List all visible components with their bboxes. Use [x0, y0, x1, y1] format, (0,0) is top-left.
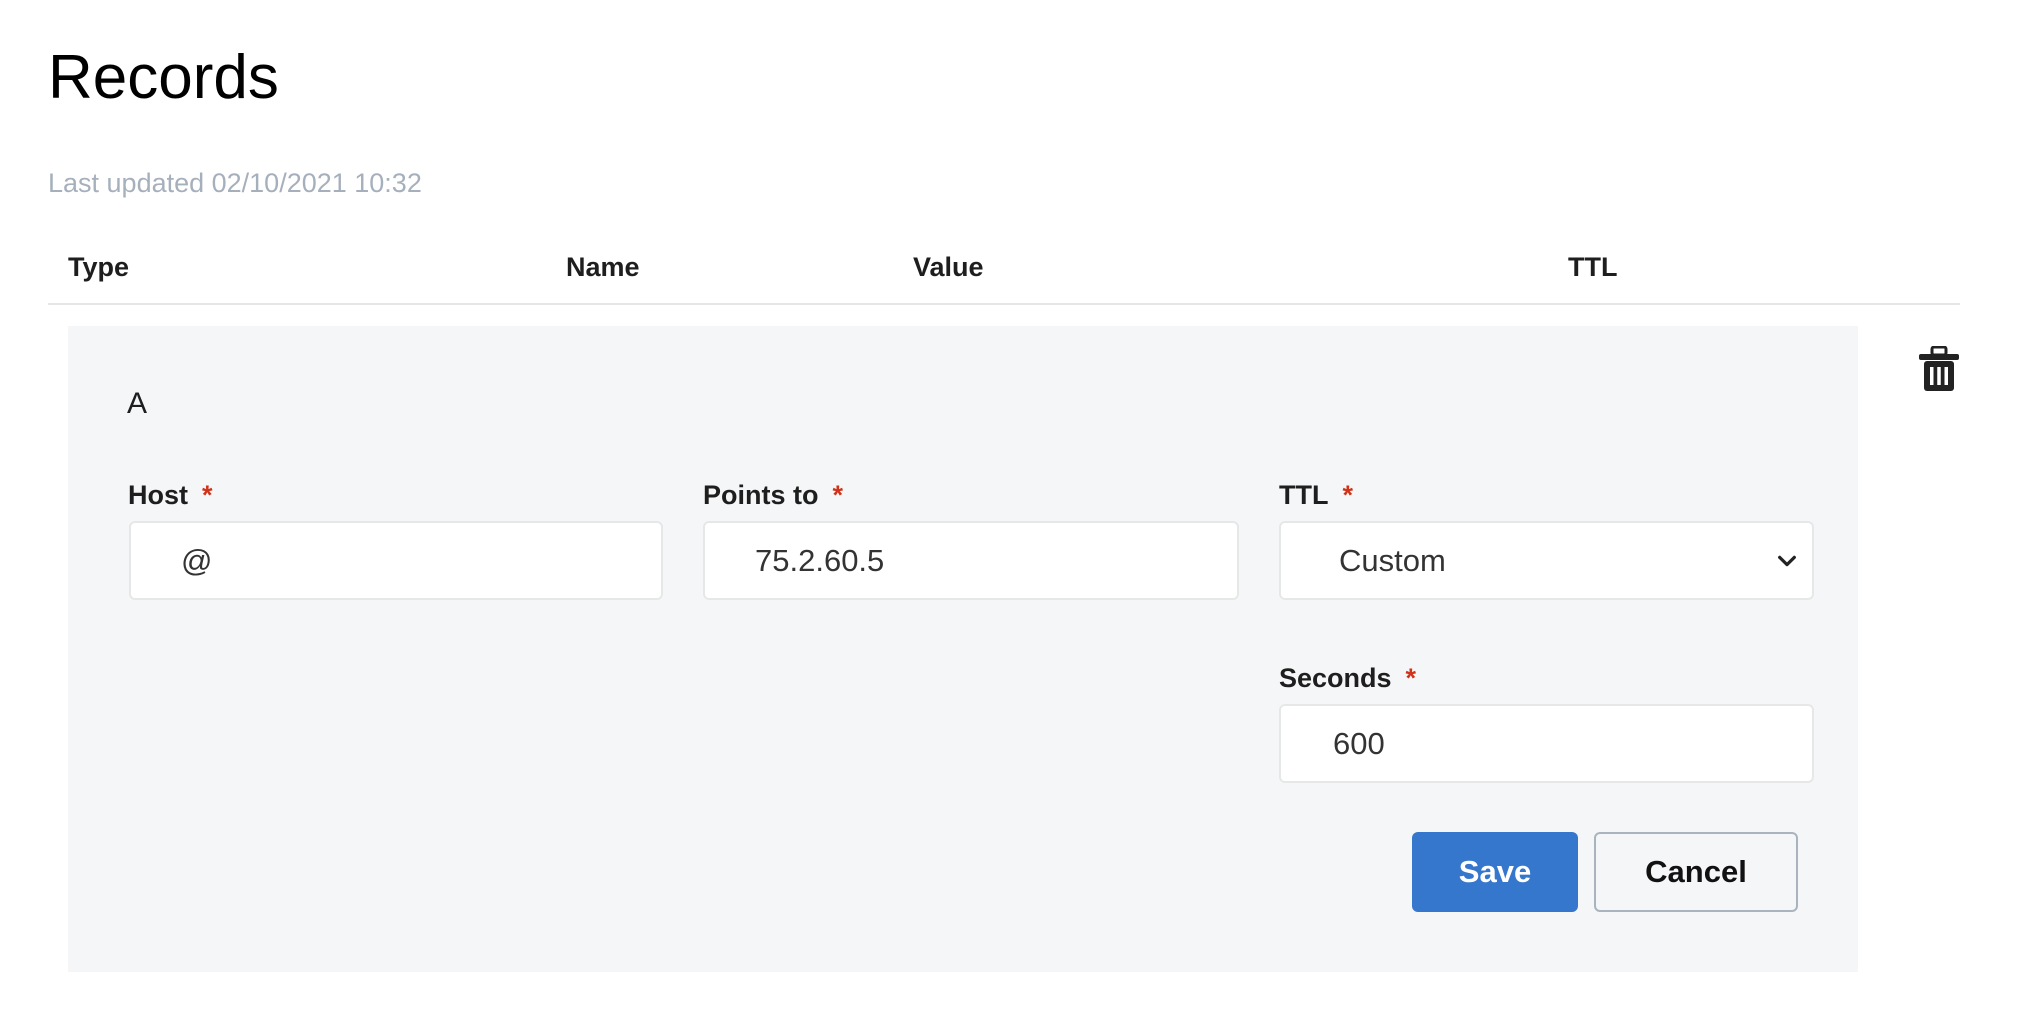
ttl-label: TTL *	[1279, 478, 1353, 512]
column-header-type: Type	[68, 252, 130, 282]
points-to-label: Points to *	[703, 478, 843, 512]
points-to-input-value: 75.2.60.5	[755, 542, 885, 578]
required-asterisk: *	[1405, 663, 1417, 693]
column-header-ttl: TTL	[1568, 252, 1618, 282]
ttl-label-text: TTL	[1279, 480, 1329, 510]
required-asterisk: *	[832, 480, 844, 510]
host-label-text: Host	[128, 480, 188, 510]
column-header-name: Name	[566, 252, 640, 282]
record-edit-panel	[68, 326, 1858, 972]
save-button[interactable]: Save	[1412, 832, 1578, 912]
host-input[interactable]: @	[129, 521, 663, 600]
record-type: A	[127, 387, 148, 420]
seconds-input[interactable]: 600	[1279, 704, 1814, 783]
required-asterisk: *	[202, 480, 213, 510]
header-divider	[48, 303, 1960, 305]
host-input-value: @	[181, 542, 213, 578]
page-title: Records	[48, 43, 279, 112]
seconds-label: Seconds *	[1279, 661, 1416, 695]
cancel-button[interactable]: Cancel	[1594, 832, 1798, 912]
delete-record-button[interactable]	[1918, 345, 1960, 392]
chevron-down-icon	[1778, 555, 1796, 566]
points-to-label-text: Points to	[703, 480, 819, 510]
required-asterisk: *	[1342, 480, 1353, 510]
seconds-label-text: Seconds	[1279, 663, 1392, 693]
host-label: Host *	[128, 478, 213, 512]
last-updated-text: Last updated 02/10/2021 10:32	[48, 168, 422, 198]
trash-icon	[1919, 345, 1959, 391]
points-to-input[interactable]: 75.2.60.5	[703, 521, 1239, 600]
ttl-select[interactable]: Custom	[1279, 521, 1814, 600]
column-header-value: Value	[913, 252, 984, 282]
seconds-input-value: 600	[1333, 725, 1385, 761]
ttl-select-value: Custom	[1339, 542, 1446, 578]
